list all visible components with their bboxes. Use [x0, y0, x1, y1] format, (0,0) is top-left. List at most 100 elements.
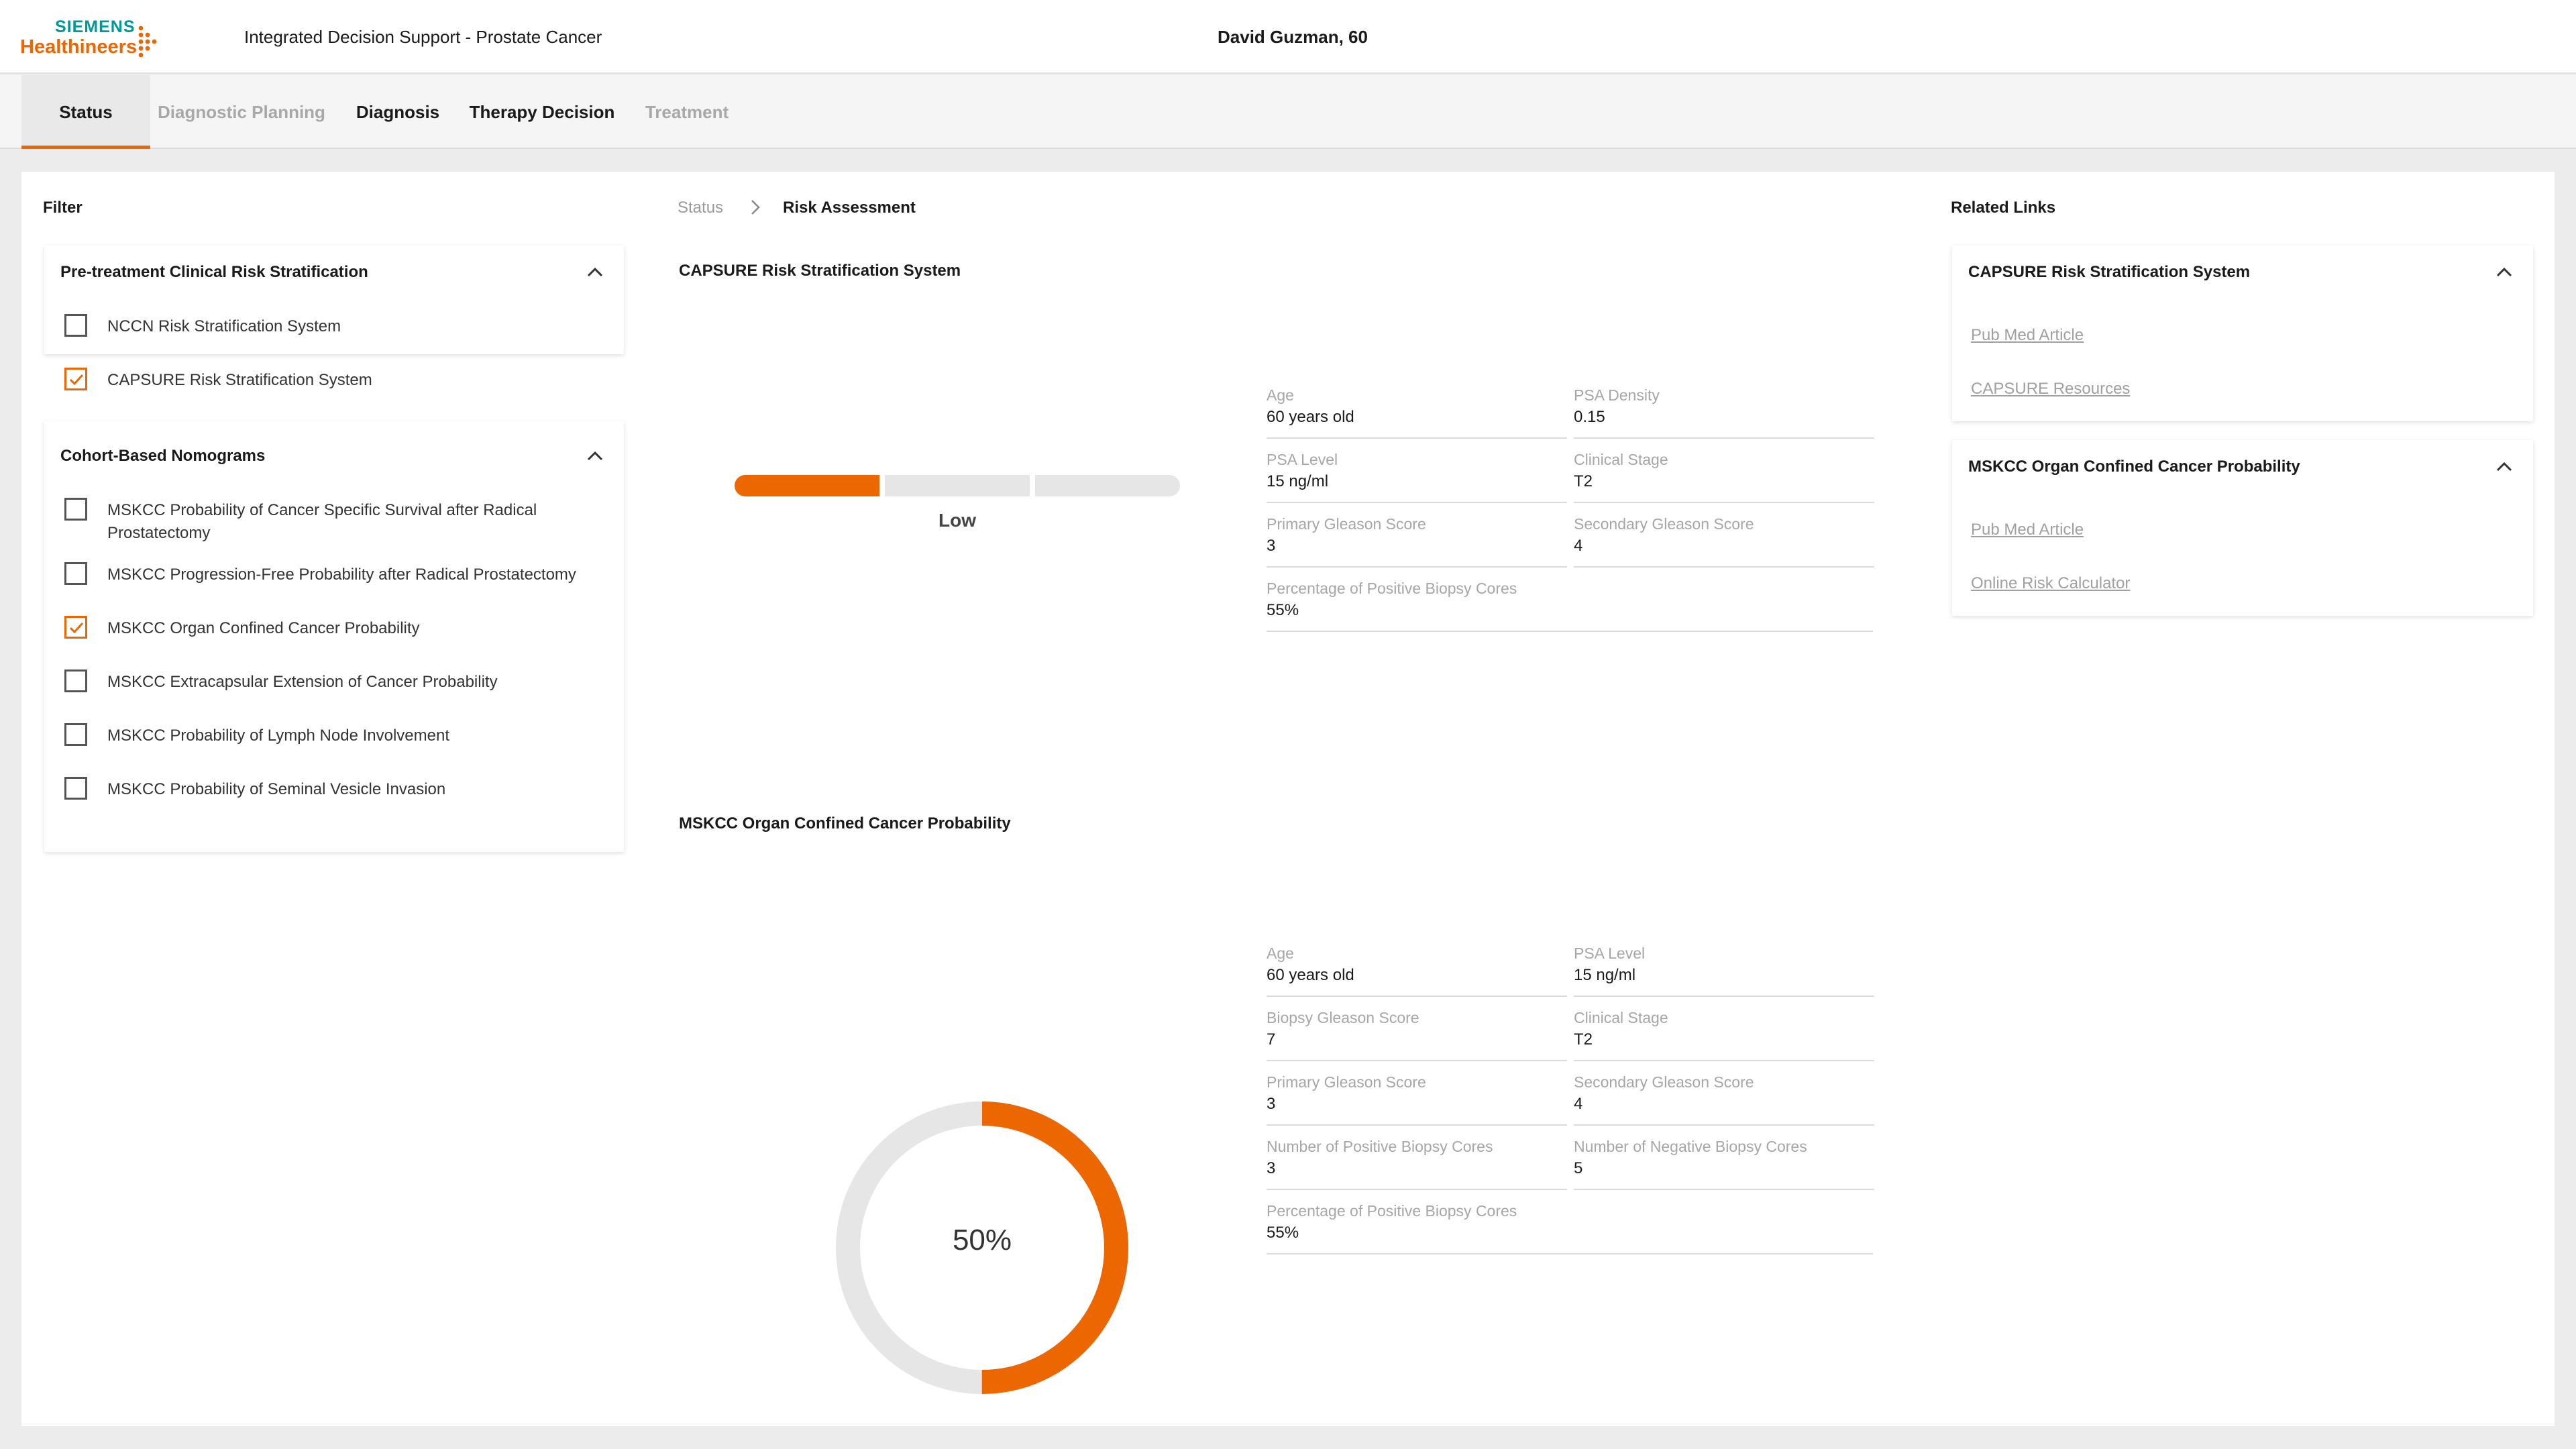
checkbox-checked[interactable] [64, 616, 87, 639]
param-value: 4 [1574, 537, 1583, 555]
mskcc-param-negative-cores: Number of Negative Biopsy Cores 5 [1574, 1138, 1874, 1190]
filter-option-label: MSKCC Progression-Free Probability after… [107, 566, 576, 584]
risk-segment-high [1035, 475, 1180, 496]
logo-brand-line1: SIEMENS [55, 17, 136, 36]
related-group-title: CAPSURE Risk Stratification System [1968, 263, 2251, 281]
breadcrumb-status[interactable]: Status [678, 199, 723, 217]
param-value: 55% [1267, 601, 1299, 619]
mskcc-param-age: Age 60 years old [1267, 945, 1567, 997]
checkbox[interactable] [64, 314, 87, 337]
param-label: Number of Positive Biopsy Cores [1267, 1138, 1493, 1155]
filter-option-label: MSKCC Extracapsular Extension of Cancer … [107, 673, 498, 691]
breadcrumb-current: Risk Assessment [783, 199, 916, 217]
link-capsure-resources[interactable]: CAPSURE Resources [1971, 380, 2130, 398]
capsure-param-clinical-stage: Clinical Stage T2 [1574, 451, 1874, 503]
filter-group-title: Pre-treatment Clinical Risk Stratificati… [60, 263, 368, 281]
param-value: 15 ng/ml [1574, 966, 1636, 984]
param-label: Age [1267, 945, 1294, 962]
tab-status[interactable]: Status [21, 75, 150, 149]
filter-title: Filter [43, 199, 83, 217]
tab-therapy-decision[interactable]: Therapy Decision [463, 75, 621, 149]
probability-value: 50% [952, 1224, 1012, 1256]
mskcc-section-title: MSKCC Organ Confined Cancer Probability [679, 814, 1011, 833]
capsure-param-primary-gleason: Primary Gleason Score 3 [1267, 515, 1567, 568]
main-tabs: Status Diagnostic Planning Diagnosis The… [0, 75, 2576, 149]
filter-option-label: MSKCC Probability of Seminal Vesicle Inv… [107, 780, 446, 798]
mskcc-param-psa-level: PSA Level 15 ng/ml [1574, 945, 1874, 997]
param-label: Biopsy Gleason Score [1267, 1009, 1419, 1026]
param-value: 7 [1267, 1030, 1276, 1049]
filter-group-title: Cohort-Based Nomograms [60, 447, 266, 465]
param-value: 3 [1267, 537, 1276, 555]
param-label: PSA Density [1574, 386, 1660, 404]
param-value: 3 [1267, 1159, 1276, 1177]
param-value: 60 years old [1267, 966, 1354, 984]
param-value: 15 ng/ml [1267, 472, 1329, 490]
param-value: 4 [1574, 1095, 1583, 1113]
param-label: Clinical Stage [1574, 1009, 1668, 1026]
param-value: T2 [1574, 472, 1593, 490]
logo-brand-line2: Healthineers [20, 36, 138, 58]
checkbox[interactable] [64, 777, 87, 800]
param-value: T2 [1574, 1030, 1593, 1049]
checkmark-icon [69, 622, 84, 634]
capsure-param-age: Age 60 years old [1267, 386, 1567, 439]
filter-option-label: MSKCC Probability of Cancer Specific Sur… [107, 501, 537, 542]
filter-group-pretreatment: Pre-treatment Clinical Risk Stratificati… [44, 246, 624, 390]
param-label: Secondary Gleason Score [1574, 515, 1754, 533]
tab-treatment[interactable]: Treatment [633, 75, 741, 149]
link-online-risk-calculator[interactable]: Online Risk Calculator [1971, 574, 2130, 593]
param-value: 5 [1574, 1159, 1583, 1177]
filter-option-label: MSKCC Probability of Lymph Node Involvem… [107, 727, 449, 745]
param-label: Secondary Gleason Score [1574, 1073, 1754, 1091]
param-label: Primary Gleason Score [1267, 1073, 1426, 1091]
patient-name: David Guzman, 60 [1218, 27, 1368, 47]
app-title: Integrated Decision Support - Prostate C… [244, 27, 602, 47]
tab-diagnosis[interactable]: Diagnosis [342, 75, 453, 149]
param-label: PSA Level [1267, 451, 1338, 468]
risk-level-bar [735, 475, 1180, 496]
filter-option-label: NCCN Risk Stratification System [107, 317, 341, 335]
chevron-up-icon[interactable] [2496, 266, 2513, 278]
checkmark-icon [69, 374, 84, 386]
mskcc-param-positive-cores-pct: Percentage of Positive Biopsy Cores 55% [1267, 1202, 1873, 1254]
checkbox[interactable] [64, 723, 87, 746]
chevron-up-icon[interactable] [586, 266, 604, 278]
capsure-param-secondary-gleason: Secondary Gleason Score 4 [1574, 515, 1874, 568]
link-pubmed-article[interactable]: Pub Med Article [1971, 521, 2084, 539]
link-pubmed-article[interactable]: Pub Med Article [1971, 326, 2084, 345]
param-label: Percentage of Positive Biopsy Cores [1267, 580, 1517, 597]
risk-segment-low [735, 475, 879, 496]
chevron-up-icon[interactable] [2496, 460, 2513, 472]
param-value: 0.15 [1574, 408, 1605, 426]
chevron-up-icon[interactable] [586, 449, 604, 462]
param-label: Clinical Stage [1574, 451, 1668, 468]
checkbox[interactable] [64, 669, 87, 692]
param-label: Primary Gleason Score [1267, 515, 1426, 533]
chevron-right-icon [751, 200, 760, 215]
siemens-healthineers-logo: SIEMENS Healthineers [20, 17, 181, 59]
risk-level-label: Low [938, 510, 976, 531]
param-label: Number of Negative Biopsy Cores [1574, 1138, 1807, 1155]
checkbox[interactable] [64, 562, 87, 585]
logo-dots-icon [138, 25, 157, 58]
param-value: 3 [1267, 1095, 1276, 1113]
main-panel: Filter Pre-treatment Clinical Risk Strat… [21, 172, 2555, 1426]
param-label: Age [1267, 386, 1294, 404]
risk-segment-intermediate [885, 475, 1030, 496]
mskcc-param-clinical-stage: Clinical Stage T2 [1574, 1009, 1874, 1061]
related-group-capsure: CAPSURE Risk Stratification System Pub M… [1952, 246, 2533, 421]
param-value: 55% [1267, 1224, 1299, 1242]
capsure-param-psa-density: PSA Density 0.15 [1574, 386, 1874, 439]
checkbox[interactable] [64, 498, 87, 521]
mskcc-param-positive-cores: Number of Positive Biopsy Cores 3 [1267, 1138, 1567, 1190]
tab-diagnostic-planning[interactable]: Diagnostic Planning [152, 75, 331, 149]
checkbox-checked[interactable] [64, 368, 87, 390]
filter-option-label: MSKCC Organ Confined Cancer Probability [107, 619, 420, 637]
param-label: Percentage of Positive Biopsy Cores [1267, 1202, 1517, 1220]
filter-group-nomograms: Cohort-Based Nomograms MSKCC Probability… [44, 421, 624, 852]
capsure-section-title: CAPSURE Risk Stratification System [679, 262, 961, 280]
capsure-param-positive-cores-pct: Percentage of Positive Biopsy Cores 55% [1267, 580, 1873, 632]
related-group-mskcc: MSKCC Organ Confined Cancer Probability … [1952, 440, 2533, 616]
param-label: PSA Level [1574, 945, 1646, 962]
